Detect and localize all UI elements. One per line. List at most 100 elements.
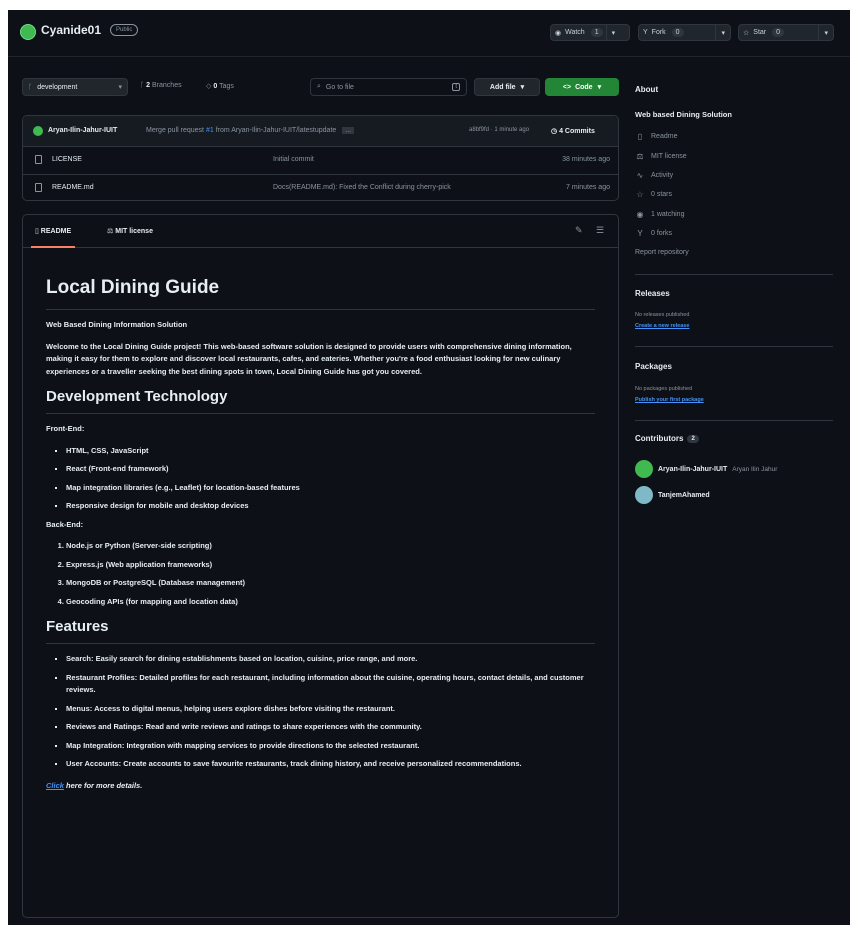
commit-author[interactable]: Aryan-Ilin-Jahur-IUIT xyxy=(48,127,117,134)
code-icon: <> xyxy=(562,83,572,91)
repo-name[interactable]: Cyanide01 xyxy=(41,23,101,37)
contributors-heading[interactable]: Contributors 2 xyxy=(635,434,699,443)
create-release-link[interactable]: Create a new release xyxy=(635,323,689,329)
branches-link[interactable]: ᚴ 2 Branches xyxy=(140,82,182,89)
packages-heading[interactable]: Packages xyxy=(635,362,672,371)
file-icon xyxy=(35,183,42,192)
pulse-icon: ∿ xyxy=(636,171,644,180)
tags-label: Tags xyxy=(219,83,234,90)
contributors-label: Contributors xyxy=(635,434,684,443)
feature-text: Integration with mapping services to pro… xyxy=(126,740,420,750)
feature-text: Easily search for dining establishments … xyxy=(95,654,418,663)
feature-name: Restaurant Profiles: xyxy=(66,672,138,682)
backend-list: Node.js or Python (Server-side scripting… xyxy=(46,540,595,608)
tab-readme[interactable]: ▯ README xyxy=(30,227,76,248)
sidebar-item-stars[interactable]: ☆ 0 stars xyxy=(635,190,672,199)
list-item: Restaurant Profiles: Detailed profiles f… xyxy=(66,672,595,697)
branch-selector[interactable]: ᚴ development ▾ xyxy=(22,78,128,96)
list-item: Geocoding APIs (for mapping and location… xyxy=(66,596,595,609)
file-row[interactable]: README.md Docs(README.md): Fixed the Con… xyxy=(23,175,618,200)
branch-icon: ᚴ xyxy=(28,83,33,91)
fork-label: Fork xyxy=(651,29,666,36)
tags-link[interactable]: ◇ 0 Tags xyxy=(206,82,234,90)
feature-name: Reviews and Ratings: xyxy=(66,722,144,731)
feature-text: Create accounts to save favourite restau… xyxy=(123,759,522,768)
file-name[interactable]: LICENSE xyxy=(52,156,82,163)
search-icon: ⌕ xyxy=(317,83,321,90)
star-button[interactable]: ☆ Star 0 ▾ xyxy=(738,24,834,41)
fork-button[interactable]: Y Fork 0 ▾ xyxy=(638,24,731,41)
sidebar-item-activity[interactable]: ∿ Activity xyxy=(635,171,674,180)
avatar[interactable] xyxy=(635,460,653,478)
file-commit-message[interactable]: Docs(README.md): Fixed the Conflict duri… xyxy=(273,184,451,191)
file-row[interactable]: LICENSE Initial commit 38 minutes ago xyxy=(23,147,618,175)
author-avatar[interactable] xyxy=(33,126,43,136)
feature-name: Search: xyxy=(66,654,94,663)
pr-link[interactable]: #1 xyxy=(206,127,214,134)
avatar[interactable] xyxy=(635,486,653,504)
file-name[interactable]: README.md xyxy=(52,184,94,191)
feature-name: Menus: xyxy=(66,703,93,713)
list-item: Search: Easily search for dining establi… xyxy=(66,653,595,666)
sidebar-item-readme[interactable]: ▯ Readme xyxy=(635,132,678,141)
releases-none: No releases published xyxy=(635,312,690,318)
branches-count: 2 xyxy=(146,82,151,89)
star-icon: ☆ xyxy=(636,190,644,199)
chevron-down-icon[interactable]: ▾ xyxy=(605,25,621,40)
go-to-file-input[interactable]: ⌕ Go to file t xyxy=(310,78,467,96)
chevron-down-icon: ▾ xyxy=(597,84,602,91)
contributor-login[interactable]: Aryan-Ilin-Jahur-IUIT xyxy=(658,466,727,473)
file-browser: Aryan-Ilin-Jahur-IUIT Merge pull request… xyxy=(22,115,619,201)
contributor-row[interactable]: TanjemAhamed xyxy=(635,486,710,504)
tech-heading: Development Technology xyxy=(46,388,595,414)
code-label: Code xyxy=(575,83,593,91)
commit-message[interactable]: Merge pull request #1 from Aryan-Ilin-Ja… xyxy=(146,127,355,134)
list-item: React (Front-end framework) xyxy=(66,463,595,476)
list-item: MongoDB or PostgreSQL (Database manageme… xyxy=(66,577,595,590)
chevron-down-icon[interactable]: ▾ xyxy=(715,25,730,40)
contributor-row[interactable]: Aryan-Ilin-Jahur-IUIT Aryan Ilin Jahur xyxy=(635,460,777,478)
edit-icon[interactable]: ✎ xyxy=(575,225,583,236)
sidebar-item-license[interactable]: ⚖ MIT license xyxy=(635,152,686,161)
publish-package-link[interactable]: Publish your first package xyxy=(635,397,704,403)
go-to-file-placeholder: Go to file xyxy=(325,83,354,91)
watch-button[interactable]: ◉ Watch 1 ▾ xyxy=(550,24,630,41)
commits-link[interactable]: ◷ 4 Commits xyxy=(551,127,595,135)
sidebar-item-label: Activity xyxy=(651,172,674,179)
readme-panel: ▯ README ⚖ MIT license ✎ ☰ Local Dining … xyxy=(22,214,619,918)
report-repository-link[interactable]: Report repository xyxy=(635,249,689,256)
readme-intro: Welcome to the Local Dining Guide projec… xyxy=(46,341,572,376)
contributor-name: Aryan Ilin Jahur xyxy=(732,465,778,473)
click-suffix: here for more details. xyxy=(63,780,143,790)
sidebar-item-label: 0 forks xyxy=(651,230,673,237)
add-file-button[interactable]: Add file ▾ xyxy=(474,78,540,96)
backend-label: Back-End: xyxy=(46,519,84,529)
eye-icon: ◉ xyxy=(636,210,644,219)
divider xyxy=(635,420,833,421)
chevron-down-icon[interactable]: ▾ xyxy=(818,25,833,40)
sidebar-item-watching[interactable]: ◉ 1 watching xyxy=(635,210,685,219)
tab-license[interactable]: ⚖ MIT license xyxy=(107,227,153,235)
click-link[interactable]: Click xyxy=(46,781,64,790)
sidebar-item-forks[interactable]: Y 0 forks xyxy=(635,229,672,238)
list-item: Express.js (Web application frameworks) xyxy=(66,559,595,572)
repo-owner-avatar[interactable] xyxy=(20,24,36,40)
releases-heading[interactable]: Releases xyxy=(635,289,670,298)
star-label: Star xyxy=(753,29,767,36)
file-commit-message[interactable]: Initial commit xyxy=(273,156,314,163)
outline-icon[interactable]: ☰ xyxy=(596,225,604,236)
code-button[interactable]: <> Code ▾ xyxy=(545,78,619,96)
commit-sha[interactable]: a8bf9fd · 1 minute ago xyxy=(469,127,529,133)
contributor-login[interactable]: TanjemAhamed xyxy=(658,492,710,499)
frontend-list: HTML, CSS, JavaScript React (Front-end f… xyxy=(46,445,595,513)
commit-expand[interactable]: ... xyxy=(342,127,355,134)
sidebar-item-label: Readme xyxy=(651,133,678,140)
readme-title: Local Dining Guide xyxy=(46,277,595,310)
fork-icon: Y xyxy=(643,29,648,36)
file-time: 7 minutes ago xyxy=(566,184,610,191)
eye-icon: ◉ xyxy=(555,29,562,37)
packages-none: No packages published xyxy=(635,386,693,392)
commit-msg-suffix: from Aryan-Ilin-Jahur-IUIT/latestupdate xyxy=(215,127,337,134)
file-time: 38 minutes ago xyxy=(562,156,610,163)
scale-icon: ⚖ xyxy=(636,152,644,161)
